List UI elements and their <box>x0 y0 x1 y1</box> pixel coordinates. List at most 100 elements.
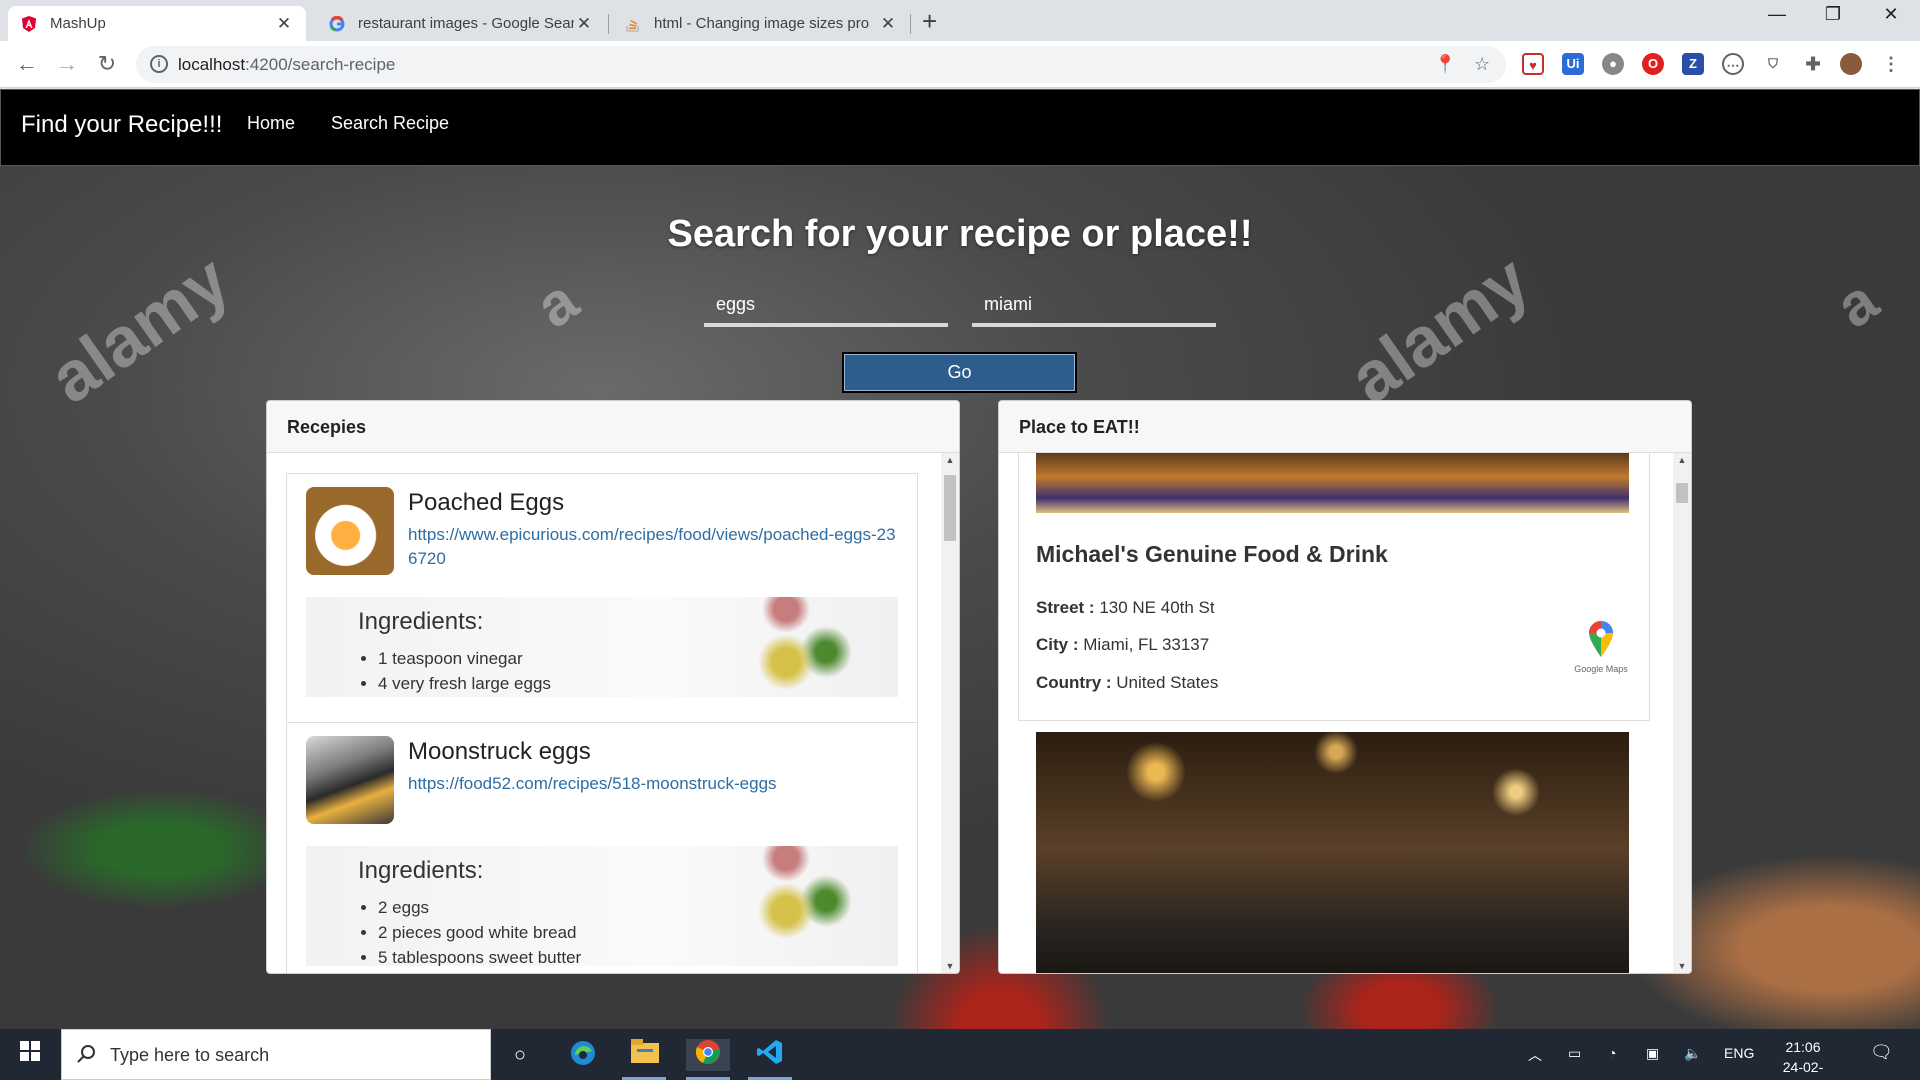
country-value: United States <box>1116 673 1219 692</box>
back-icon[interactable]: ← <box>12 49 42 79</box>
recipe-thumbnail <box>306 736 394 824</box>
bookmark-star-icon[interactable]: ☆ <box>1474 54 1490 75</box>
restore-icon[interactable]: ❐ <box>1810 4 1856 25</box>
browser-menu-icon[interactable]: ⋮ <box>1880 53 1902 75</box>
show-hidden-icons[interactable]: ︿ <box>1528 1045 1542 1065</box>
close-tab-icon[interactable]: ✕ <box>274 14 294 34</box>
close-window-icon[interactable]: ✕ <box>1868 4 1914 25</box>
minimize-icon[interactable]: — <box>1754 4 1800 25</box>
place-city: City : Miami, FL 33137 <box>1036 635 1209 655</box>
google-maps-caption: Google Maps <box>1574 664 1628 674</box>
display-icon[interactable]: ▣ <box>1646 1045 1659 1062</box>
watermark: alamy <box>35 240 243 418</box>
places-list-viewport[interactable]: Michael's Genuine Food & Drink Street : … <box>999 453 1673 973</box>
place-search-input[interactable] <box>972 285 1216 327</box>
ingredients-list: 1 teaspoon vinegar 4 very fresh large eg… <box>358 646 898 696</box>
task-view-icon[interactable]: ○ <box>504 1039 536 1071</box>
ingredient-item: 1 teaspoon vinegar <box>378 646 898 671</box>
ingredients-list: 2 eggs 2 pieces good white bread 5 table… <box>358 895 898 966</box>
code-extension-icon[interactable]: ⋯ <box>1722 53 1744 75</box>
tab-google-search[interactable]: restaurant images - Google Searc ✕ <box>316 6 606 41</box>
windows-start-icon[interactable] <box>14 1039 46 1071</box>
extension-circle-icon[interactable]: ● <box>1602 53 1624 75</box>
city-label: City : <box>1036 635 1079 654</box>
reload-icon[interactable]: ↻ <box>92 49 122 79</box>
uipath-extension-icon[interactable]: Ui <box>1562 53 1584 75</box>
ingredient-item: 2 pieces good white bread <box>378 920 898 945</box>
shield-extension-icon[interactable]: ⛉ <box>1762 53 1784 75</box>
watermark: a <box>523 266 590 341</box>
volume-icon[interactable]: 🔈 <box>1684 1045 1701 1062</box>
place-country: Country : United States <box>1036 673 1218 693</box>
tab-mashup[interactable]: MashUp ✕ <box>8 6 306 41</box>
stackoverflow-icon <box>624 15 642 33</box>
brand-title[interactable]: Find your Recipe!!! <box>21 111 222 139</box>
url-text[interactable]: localhost:4200/search-recipe <box>178 55 395 75</box>
address-bar[interactable]: i localhost:4200/search-recipe 📍 ☆ <box>136 46 1506 83</box>
forward-icon[interactable]: → <box>52 49 82 79</box>
place-street: Street : 130 NE 40th St <box>1036 598 1215 618</box>
ingredients-heading: Ingredients: <box>358 857 484 884</box>
url-path: :4200/search-recipe <box>245 55 396 74</box>
clock-date: 24-02-2021 <box>1782 1059 1824 1080</box>
scrollbar-thumb[interactable] <box>1676 483 1688 503</box>
place-name: Michael's Genuine Food & Drink <box>1036 541 1388 567</box>
notifications-icon[interactable]: 🗨 <box>1870 1042 1893 1063</box>
close-tab-icon[interactable]: ✕ <box>574 14 594 34</box>
url-host: localhost <box>178 55 246 74</box>
recipes-list-viewport[interactable]: Poached Eggs https://www.epicurious.com/… <box>267 453 941 973</box>
recipe-item: Poached Eggs https://www.epicurious.com/… <box>287 474 917 723</box>
recipe-link[interactable]: https://food52.com/recipes/518-moonstruc… <box>408 772 777 796</box>
scroll-up-icon[interactable]: ▲ <box>941 455 959 465</box>
zotero-extension-icon[interactable]: Z <box>1682 53 1704 75</box>
country-label: Country : <box>1036 673 1112 692</box>
places-card-header: Place to EAT!! <box>999 401 1691 453</box>
google-maps-link[interactable]: Google Maps <box>1571 621 1631 674</box>
app-navbar: Find your Recipe!!! Home Search Recipe <box>0 89 1920 166</box>
opera-extension-icon[interactable]: O <box>1642 53 1664 75</box>
recipes-scrollbar[interactable]: ▲ ▼ <box>941 453 959 973</box>
nav-link-home[interactable]: Home <box>247 113 295 134</box>
tab-stackoverflow[interactable]: html - Changing image sizes pro ✕ <box>612 6 910 41</box>
go-button[interactable]: Go <box>842 352 1077 393</box>
file-explorer-icon[interactable] <box>629 1039 661 1071</box>
profile-avatar[interactable] <box>1840 53 1862 75</box>
extensions-puzzle-icon[interactable]: ✚ <box>1802 53 1824 75</box>
page-background: alamy alamy a a Find your Recipe!!! Home… <box>0 89 1920 1029</box>
browser-toolbar: ← → ↻ i localhost:4200/search-recipe 📍 ☆ <box>0 41 1920 88</box>
site-info-icon[interactable]: i <box>150 55 168 73</box>
new-tab-button[interactable]: + <box>922 8 937 34</box>
recipes-card-header: Recepies <box>267 401 959 453</box>
places-scrollbar[interactable]: ▲ ▼ <box>1673 453 1691 973</box>
recipe-search-input[interactable] <box>704 285 948 327</box>
close-tab-icon[interactable]: ✕ <box>878 14 898 34</box>
google-icon <box>328 15 346 33</box>
system-clock[interactable]: 21:06 24-02-2021 <box>1768 1037 1838 1080</box>
recipe-item: Moonstruck eggs https://food52.com/recip… <box>287 723 917 973</box>
edge-browser-icon[interactable] <box>567 1039 599 1071</box>
scroll-up-icon[interactable]: ▲ <box>1673 455 1691 465</box>
ingredients-heading: Ingredients: <box>358 608 484 635</box>
nav-link-search-recipe[interactable]: Search Recipe <box>331 113 449 134</box>
language-indicator[interactable]: ENG <box>1724 1045 1754 1061</box>
google-maps-pin-icon <box>1589 621 1613 657</box>
location-pin-icon[interactable]: 📍 <box>1434 54 1456 75</box>
recipe-link[interactable]: https://www.epicurious.com/recipes/food/… <box>408 523 898 571</box>
tab-title: restaurant images - Google Searc <box>358 15 574 32</box>
taskbar-search-box[interactable]: Type here to search <box>61 1029 491 1080</box>
tab-title: html - Changing image sizes pro <box>654 15 870 32</box>
scrollbar-thumb[interactable] <box>944 475 956 541</box>
recipe-thumbnail <box>306 487 394 575</box>
angular-icon <box>20 15 38 33</box>
vscode-icon[interactable] <box>754 1039 786 1071</box>
pocket-extension-icon[interactable]: ♥ <box>1522 53 1544 75</box>
tab-separator <box>608 14 609 34</box>
chrome-icon[interactable] <box>686 1039 730 1071</box>
recipe-title: Poached Eggs <box>408 489 565 516</box>
wifi-icon[interactable]: ◔ <box>1608 1045 1616 1061</box>
ingredient-item: 5 tablespoons sweet butter <box>378 945 898 966</box>
battery-icon[interactable]: ▭ <box>1568 1045 1581 1062</box>
scroll-down-icon[interactable]: ▼ <box>1673 961 1691 971</box>
tab-separator <box>910 14 911 34</box>
scroll-down-icon[interactable]: ▼ <box>941 961 959 971</box>
